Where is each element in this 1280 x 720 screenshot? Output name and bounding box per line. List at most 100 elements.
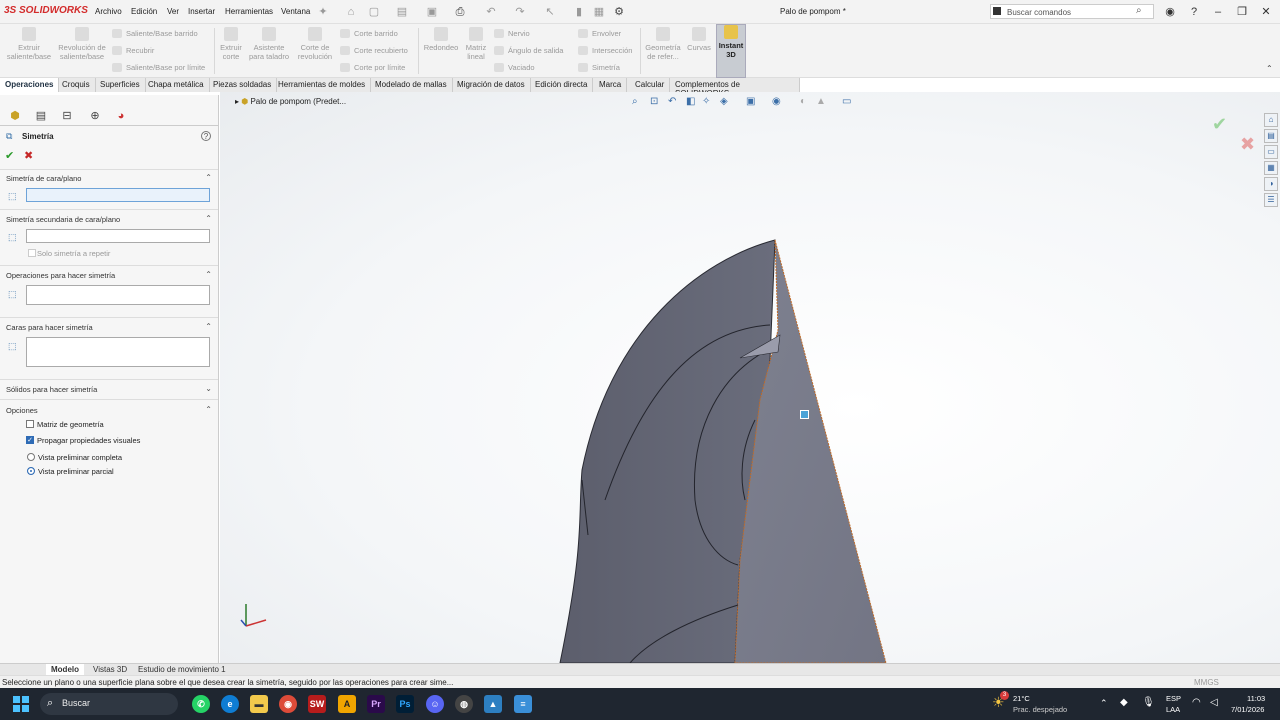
redo-icon[interactable]: ↷ <box>513 5 527 19</box>
file-props-icon[interactable]: ▦ <box>592 5 606 19</box>
tab-croquis[interactable]: Croquis <box>57 78 96 92</box>
draft-button[interactable]: Ángulo de salida <box>494 46 563 55</box>
acrobat-icon[interactable]: A <box>338 695 356 713</box>
full-preview-radio[interactable] <box>27 453 35 461</box>
tab-herramientas-moldes[interactable]: Herramientas de moldes <box>273 78 372 92</box>
language-primary[interactable]: ESP <box>1166 694 1181 703</box>
appearances-icon[interactable]: ◑ <box>1264 177 1278 191</box>
rib-button[interactable]: Nervio <box>494 29 530 38</box>
zoom-area-icon[interactable]: ⊡ <box>650 96 658 107</box>
rebuild-icon[interactable]: ▮ <box>572 5 586 19</box>
geometry-pattern-checkbox[interactable] <box>26 420 34 428</box>
boundary-cut-button[interactable]: Corte por límite <box>340 63 405 72</box>
search-icon[interactable]: ⌕ <box>1136 5 1142 16</box>
feature-manager-tab-icon[interactable]: ⬢ <box>3 108 27 125</box>
undo-icon[interactable]: ↶ <box>484 5 498 19</box>
help-icon[interactable]: ? <box>1186 4 1202 20</box>
tab-modelado-mallas[interactable]: Modelado de mallas <box>370 78 453 92</box>
part-model-3d[interactable] <box>220 92 1280 663</box>
menu-ventana[interactable]: Ventana <box>281 7 310 16</box>
collapse-chevron-icon[interactable]: ⌃ <box>205 270 212 279</box>
solidworks-taskbar-icon[interactable]: SW <box>308 695 326 713</box>
feature-tree-flyout[interactable]: ▸ ⬢ Palo de pompom (Predet... <box>235 97 346 106</box>
property-manager-tab-icon[interactable]: ▤ <box>29 108 53 125</box>
hide-show-icon[interactable]: ◉ <box>772 96 781 107</box>
tab-superficies[interactable]: Superficies <box>95 78 146 92</box>
menu-edicion[interactable]: Edición <box>131 7 157 16</box>
appearance-icon[interactable]: ◐ <box>800 96 806 107</box>
revolve-cut-button[interactable]: Corte de revolución <box>294 27 336 61</box>
notepad-icon[interactable]: ≡ <box>514 695 532 713</box>
swept-cut-button[interactable]: Corte barrido <box>340 29 398 38</box>
graphics-area[interactable]: ✔ ✖ <box>220 92 1280 663</box>
file-explorer-icon[interactable]: ▬ <box>250 695 268 713</box>
wifi-icon[interactable]: ◠ <box>1192 697 1201 708</box>
swept-boss-button[interactable]: Saliente/Base barrido <box>112 29 198 38</box>
microphone-icon[interactable]: 🎙 <box>1142 697 1155 708</box>
linear-pattern-button[interactable]: Matriz lineal <box>462 27 490 61</box>
resources-home-icon[interactable]: ⌂ <box>1264 113 1278 127</box>
cancel-x-icon[interactable]: ✖ <box>24 149 33 162</box>
select-icon[interactable]: ↖ <box>543 5 557 19</box>
tray-overflow-icon[interactable]: ⌃ <box>1100 698 1108 709</box>
minimize-icon[interactable]: – <box>1210 4 1226 20</box>
search-commands-input[interactable]: Buscar comandos <box>990 4 1154 19</box>
secondary-mirror-field[interactable] <box>26 229 210 243</box>
clock-time[interactable]: 11:03 <box>1247 694 1265 703</box>
scene-icon[interactable]: ▲ <box>816 96 826 107</box>
design-library-icon[interactable]: ▤ <box>1264 129 1278 143</box>
previous-view-icon[interactable]: ↶ <box>668 96 676 107</box>
collapse-chevron-icon[interactable]: ⌃ <box>205 322 212 331</box>
new-icon[interactable]: ▢ <box>367 5 381 19</box>
units-indicator[interactable]: MMGS <box>1194 678 1219 687</box>
display-style-icon[interactable]: ▣ <box>746 96 755 107</box>
dimxpert-tab-icon[interactable]: ⊕ <box>83 108 107 125</box>
display-manager-tab-icon[interactable]: ◕ <box>109 108 133 125</box>
ok-check-icon[interactable]: ✔ <box>5 149 14 162</box>
user-icon[interactable]: ◉ <box>1162 4 1178 20</box>
confirm-corner-cancel-icon[interactable]: ✖ <box>1240 134 1255 155</box>
section-view-icon[interactable]: ◧ <box>686 96 695 107</box>
tab-operaciones[interactable]: Operaciones <box>0 78 60 92</box>
collapse-chevron-icon[interactable]: ⌃ <box>205 214 212 223</box>
wrap-button[interactable]: Envolver <box>578 29 621 38</box>
tab-calcular[interactable]: Calcular <box>630 78 671 92</box>
propagate-visual-checkbox[interactable]: ✓ <box>26 436 34 444</box>
tab-marca[interactable]: Marca <box>594 78 628 92</box>
zoom-to-fit-icon[interactable]: ⌕ <box>632 96 638 107</box>
bodies-to-mirror-title[interactable]: Sólidos para hacer simetría <box>6 385 97 394</box>
custom-properties-icon[interactable]: ☰ <box>1264 193 1278 207</box>
edge-icon[interactable]: e <box>221 695 239 713</box>
open-icon[interactable]: ▤ <box>395 5 409 19</box>
close-icon[interactable]: ✕ <box>1258 4 1274 20</box>
file-explorer-icon[interactable]: ▭ <box>1264 145 1278 159</box>
taskbar-search[interactable]: Buscar <box>40 693 178 715</box>
language-secondary[interactable]: LAA <box>1166 705 1180 714</box>
shell-button[interactable]: Vaciado <box>494 63 535 72</box>
lofted-cut-button[interactable]: Corte recubierto <box>340 46 408 55</box>
weather-desc[interactable]: Prac. despejado <box>1013 705 1067 714</box>
pin-icon[interactable]: ✦ <box>316 5 330 19</box>
extrude-cut-button[interactable]: Extruir corte <box>216 27 246 61</box>
loft-button[interactable]: Recubrir <box>112 46 154 55</box>
mirror-plane-field[interactable] <box>26 188 210 202</box>
only-repeat-checkbox[interactable] <box>28 249 36 257</box>
hole-wizard-button[interactable]: Asistente para taladro <box>246 27 292 61</box>
curves-button[interactable]: Curvas <box>684 27 714 52</box>
intersect-button[interactable]: Intersección <box>578 46 632 55</box>
faces-to-mirror-field[interactable] <box>26 337 210 367</box>
expand-chevron-icon[interactable]: ⌄ <box>205 384 212 393</box>
partial-preview-radio[interactable] <box>27 467 35 475</box>
gamepad-icon[interactable]: ◆ <box>1120 697 1128 708</box>
collapse-chevron-icon[interactable]: ⌃ <box>205 173 212 182</box>
tab-chapa-metalica[interactable]: Chapa metálica <box>143 78 210 92</box>
menu-herramientas[interactable]: Herramientas <box>225 7 273 16</box>
windows-start-icon[interactable] <box>13 696 29 712</box>
menu-insertar[interactable]: Insertar <box>188 7 215 16</box>
photoshop-icon[interactable]: Ps <box>396 695 414 713</box>
view-palette-icon[interactable]: ▦ <box>1264 161 1278 175</box>
print-icon[interactable]: ⎙ <box>453 5 467 19</box>
instant3d-button[interactable]: Instant 3D <box>716 24 746 78</box>
tab-complementos[interactable]: Complementos de SOLIDWORKS <box>670 78 800 98</box>
collapse-ribbon-icon[interactable]: ⌃ <box>1266 64 1273 73</box>
